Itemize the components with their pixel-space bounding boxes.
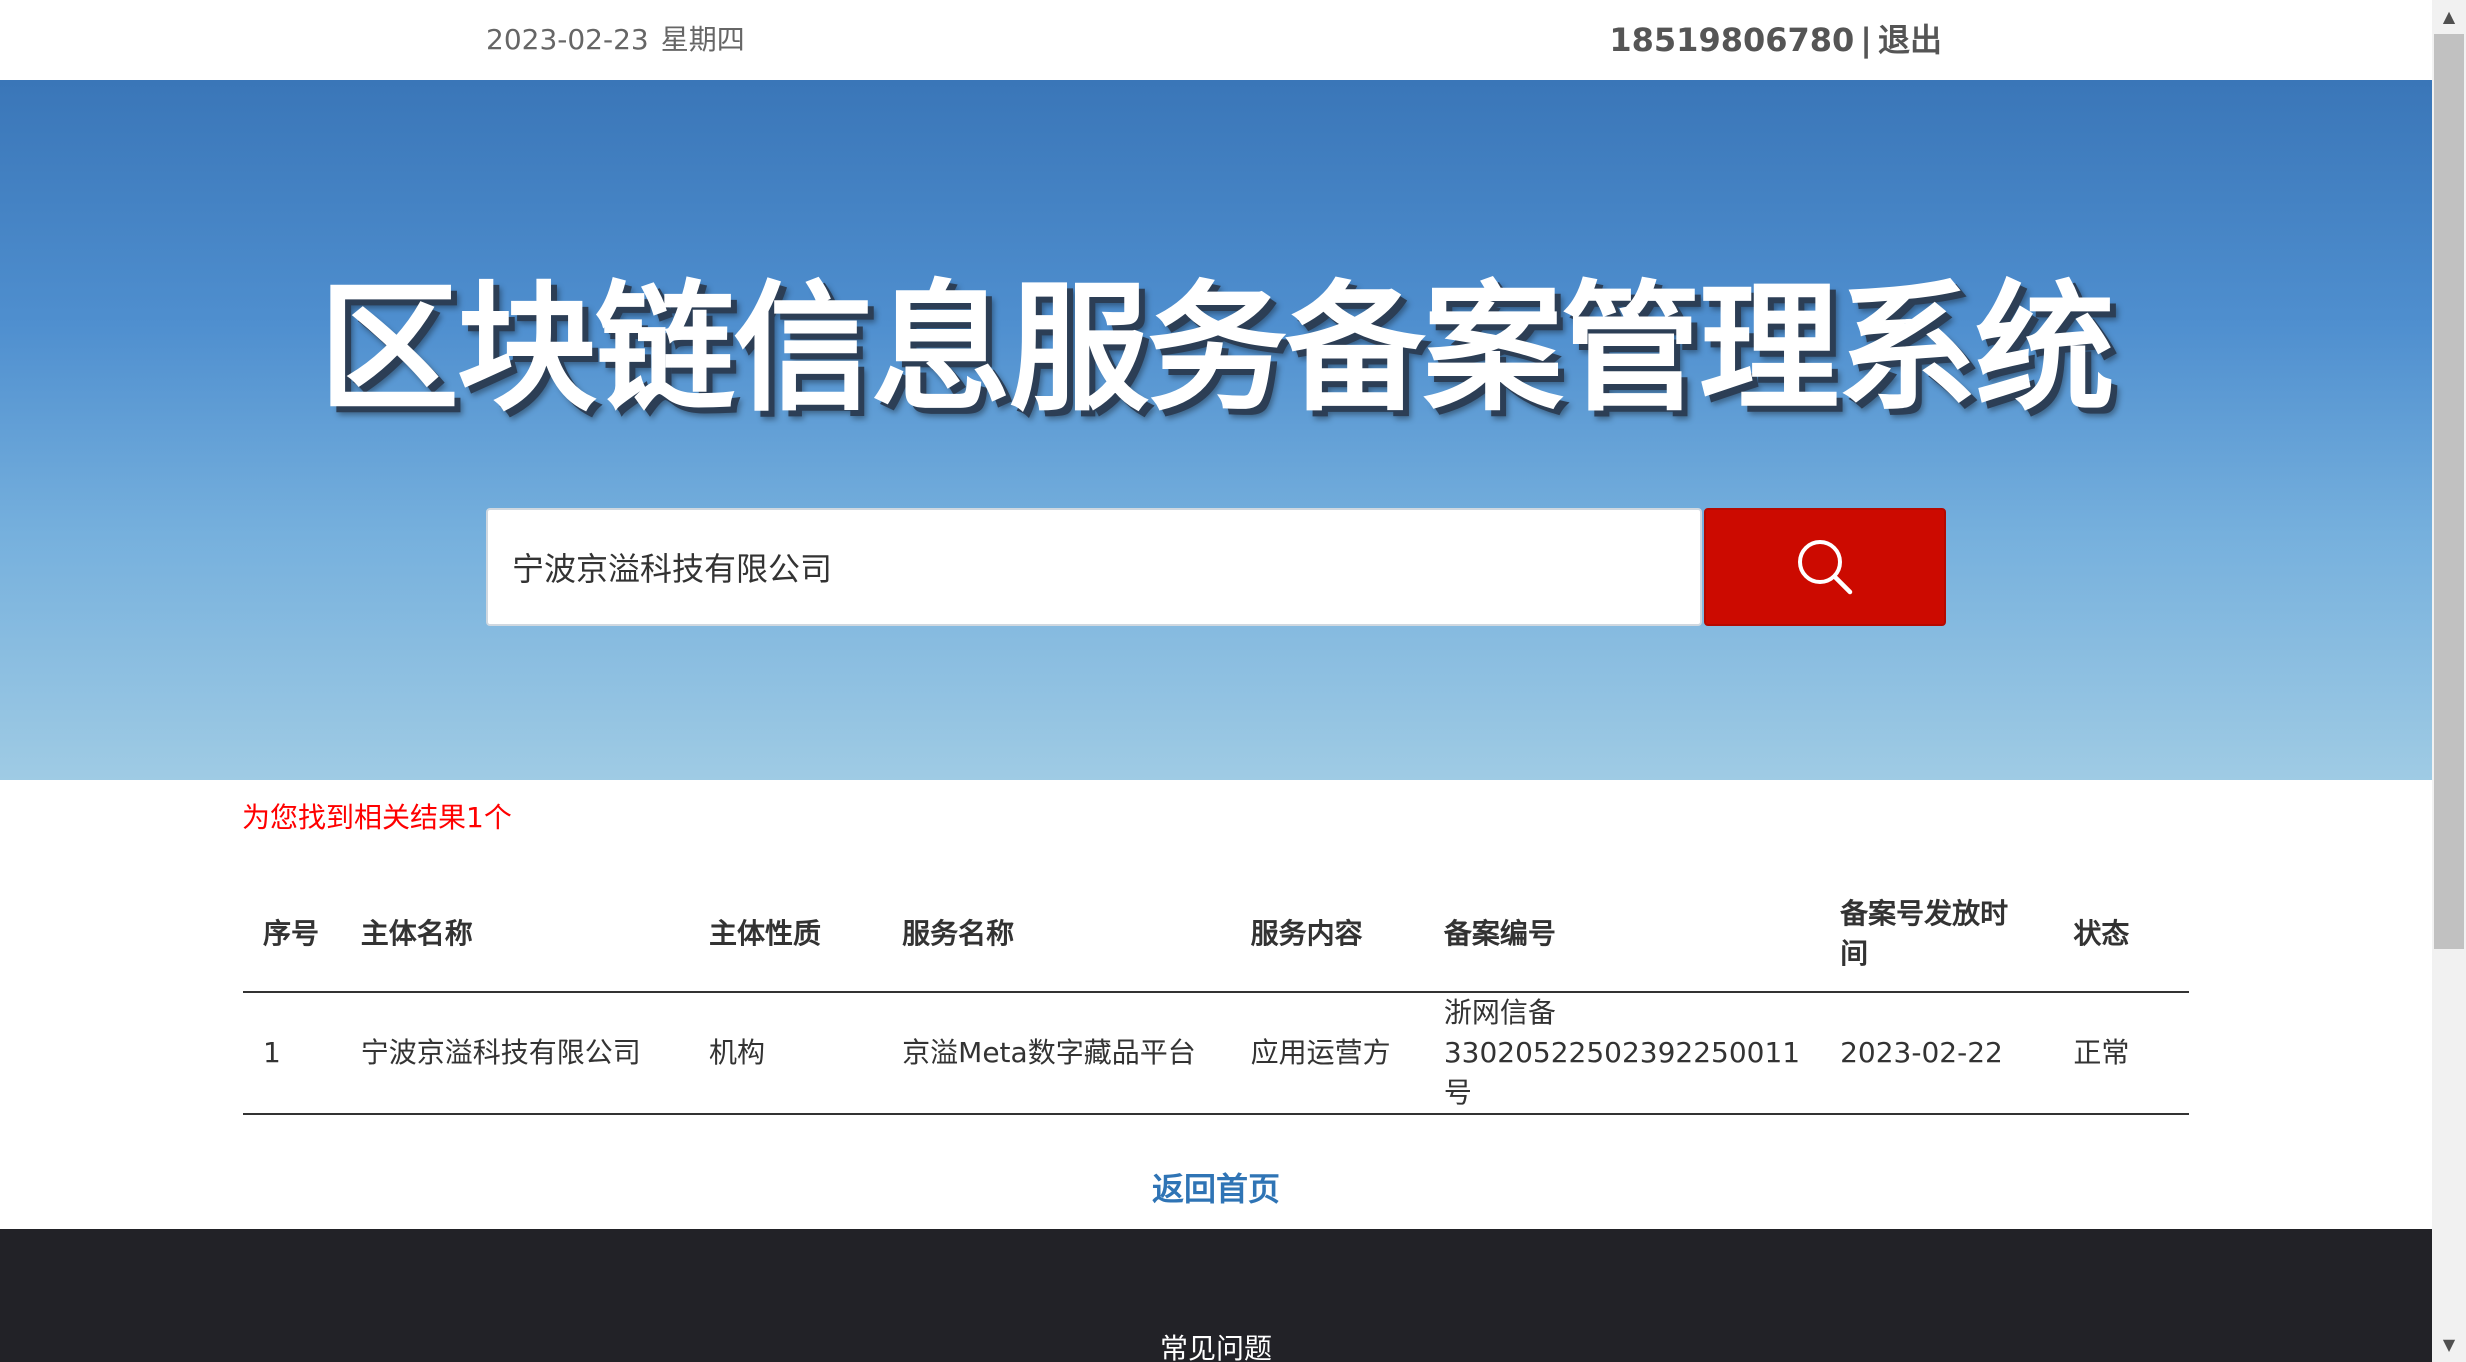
top-bar: 2023-02-23 星期四 18519806780 | 退出 xyxy=(0,0,2432,80)
back-home-link[interactable]: 返回首页 xyxy=(0,1164,2432,1214)
record-number-value: 33020522502392250011号 xyxy=(1443,1036,1801,1109)
system-title: 区块链信息服务备案管理系统 xyxy=(318,268,2115,431)
current-date: 2023-02-23 星期四 xyxy=(486,20,745,60)
vertical-scrollbar[interactable]: ▲ ▼ xyxy=(2432,0,2466,1362)
search-bar xyxy=(486,508,1946,626)
cell-service-content: 应用运营方 xyxy=(1230,992,1424,1115)
column-header-service-content: 服务内容 xyxy=(1230,876,1424,993)
cell-entity-type: 机构 xyxy=(688,992,883,1115)
column-header-entity-name: 主体名称 xyxy=(340,876,689,993)
column-header-entity-type: 主体性质 xyxy=(688,876,883,993)
record-number-prefix: 浙网信备 xyxy=(1443,996,1556,1029)
separator: | xyxy=(1860,21,1872,59)
column-header-status: 状态 xyxy=(2053,876,2189,993)
date-text: 2023-02-23 xyxy=(486,23,649,56)
cell-record-number: 浙网信备 33020522502392250011号 xyxy=(1423,992,1821,1115)
faq-link[interactable]: 常见问题 xyxy=(0,1329,2432,1362)
page: 2023-02-23 星期四 18519806780 | 退出 区块链信息服务备案管理… xyxy=(0,0,2466,1362)
table-row: 1 宁波京溢科技有限公司 机构 京溢Meta数字藏品平台 应用运营方 浙网信备 3… xyxy=(243,992,2189,1115)
table-header-row: 序号 主体名称 主体性质 服务名称 服务内容 备案编号 备案号发放时间 状态 xyxy=(243,876,2189,993)
cell-index: 1 xyxy=(243,992,341,1115)
column-header-index: 序号 xyxy=(243,876,341,993)
column-header-record-number: 备案编号 xyxy=(1423,876,1821,993)
weekday-text: 星期四 xyxy=(660,23,745,56)
column-header-issue-date: 备案号发放时间 xyxy=(1820,876,2054,993)
results-table: 序号 主体名称 主体性质 服务名称 服务内容 备案编号 备案号发放时间 状态 1… xyxy=(243,876,2189,1115)
scroll-down-arrow-icon[interactable]: ▼ xyxy=(2432,1328,2466,1362)
cell-entity-name: 宁波京溢科技有限公司 xyxy=(340,992,689,1115)
cell-service-name: 京溢Meta数字藏品平台 xyxy=(882,992,1231,1115)
column-header-service-name: 服务名称 xyxy=(882,876,1231,993)
cell-status: 正常 xyxy=(2053,992,2189,1115)
cell-issue-date: 2023-02-22 xyxy=(1820,992,2054,1115)
user-phone: 18519806780 xyxy=(1609,21,1855,59)
banner: 区块链信息服务备案管理系统 xyxy=(0,80,2432,780)
footer: 常见问题 xyxy=(0,1229,2432,1362)
result-summary: 为您找到相关结果1个 xyxy=(242,801,512,834)
search-icon xyxy=(1798,540,1853,595)
search-button[interactable] xyxy=(1704,508,1946,626)
logout-link[interactable]: 退出 xyxy=(1878,21,1942,59)
scroll-up-arrow-icon[interactable]: ▲ xyxy=(2432,0,2466,34)
scrollbar-thumb[interactable] xyxy=(2434,34,2464,949)
user-info: 18519806780 | 退出 xyxy=(1609,20,1942,60)
search-input[interactable] xyxy=(486,508,1702,626)
